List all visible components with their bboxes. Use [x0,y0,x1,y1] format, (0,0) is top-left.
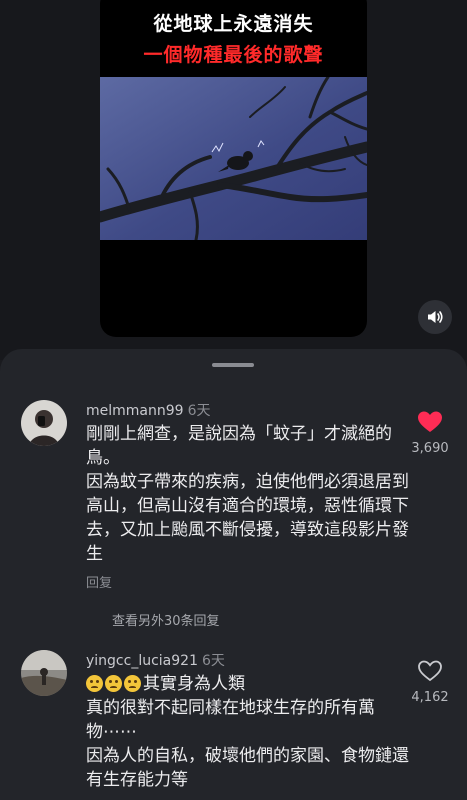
video-frame [100,77,367,240]
comment-header: melmmann99 6天 [86,400,210,420]
comment-line-text: 其實身為人類 [143,674,245,694]
username[interactable]: yingcc_lucia921 [86,653,198,669]
caption-line-1: 從地球上永遠消失 [153,13,314,35]
comment-line: 因為蚊子帶來的疾病，迫使他們必須退居到高山，但高山沒有適合的環境，惡性循環下去，… [86,472,409,564]
crying-face-emoji [86,675,103,692]
comment-text: 其實身為人類 真的很對不起同樣在地球生存的所有萬物⋯⋯ 因為人的自私，破壞他們的… [86,672,416,792]
like-button[interactable]: 4,162 [405,660,455,705]
like-button[interactable]: 3,690 [405,411,455,456]
comment-text: 剛剛上網查，是說因為「蚊子」才滅絕的鳥。 因為蚊子帶來的疾病，迫使他們必須退居到… [86,422,416,566]
comment-line: 真的很對不起同樣在地球生存的所有萬物⋯⋯ [86,698,375,742]
username[interactable]: melmmann99 [86,403,184,419]
comment-header: yingcc_lucia921 6天 [86,650,225,670]
timestamp: 6天 [187,403,211,419]
crying-face-emoji [124,675,141,692]
video-caption: 從地球上永遠消失 一個物種最後的歌聲 [100,0,367,66]
like-count: 4,162 [411,690,449,705]
video-area: 從地球上永遠消失 一個物種最後的歌聲 [0,0,467,360]
avatar[interactable] [21,650,67,696]
mute-button[interactable] [418,300,452,334]
timestamp: 6天 [201,653,225,669]
comment-line: 因為人的自私，破壞他們的家園、食物鏈還有生存能力等 [86,746,409,790]
view-more-replies[interactable]: 查看另外30条回复 [112,610,220,629]
crying-face-emoji [105,675,122,692]
avatar[interactable] [21,400,67,446]
heart-filled-icon [418,411,442,432]
reply-button[interactable]: 回复 [86,572,112,591]
comment-line: 剛剛上網查，是說因為「蚊子」才滅絕的鳥。 [86,424,392,468]
comments-sheet: melmmann99 6天 剛剛上網查，是說因為「蚊子」才滅絕的鳥。 因為蚊子帶來… [0,349,467,800]
sheet-drag-handle[interactable] [212,363,254,367]
video-player[interactable]: 從地球上永遠消失 一個物種最後的歌聲 [100,0,367,337]
speaker-icon [428,311,443,323]
heart-outline-icon [418,660,442,682]
like-count: 3,690 [411,441,449,456]
comment-line: 其實身為人類 [86,672,416,696]
caption-line-2: 一個物種最後的歌聲 [143,44,324,66]
